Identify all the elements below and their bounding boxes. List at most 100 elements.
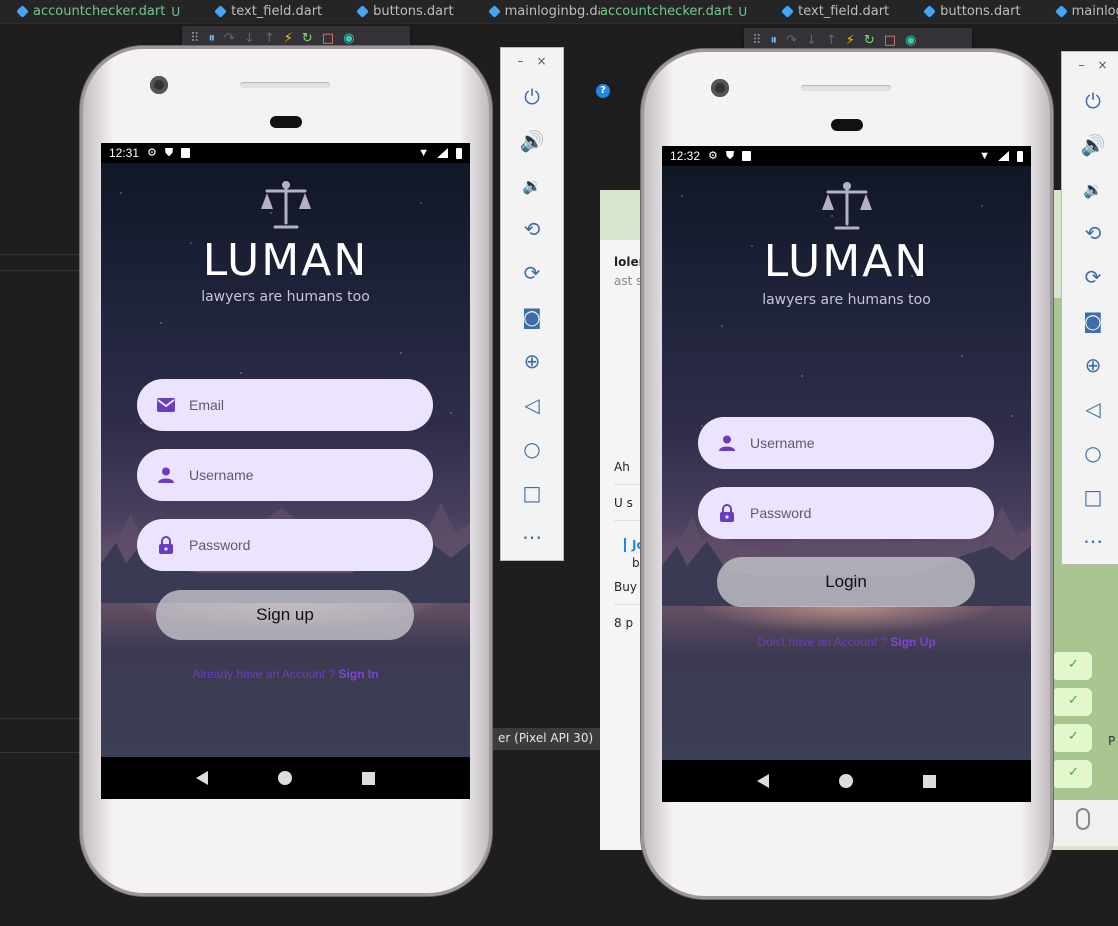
username-field[interactable] <box>137 449 433 501</box>
username-input[interactable] <box>750 435 970 451</box>
back-icon[interactable] <box>196 771 208 785</box>
chat-message: U s <box>614 496 633 510</box>
scales-of-justice-icon <box>821 182 872 230</box>
power-icon[interactable]: ⏻ <box>1076 84 1110 118</box>
message-status-check-icon: ✓ <box>1052 688 1092 716</box>
app-title: LUMAN <box>763 236 930 287</box>
step-out-icon[interactable]: ↑ <box>264 32 275 45</box>
home-icon[interactable]: ○ <box>515 432 549 466</box>
rotate-left-icon[interactable]: ⟲ <box>1076 216 1110 250</box>
microphone-icon[interactable] <box>1076 808 1090 830</box>
dart-file-icon <box>487 5 501 18</box>
app-title: LUMAN <box>202 235 369 286</box>
earpiece <box>240 82 330 88</box>
drag-handle-icon[interactable]: ⠿ <box>752 34 762 47</box>
overview-icon[interactable]: □ <box>1076 480 1110 514</box>
android-nav-bar <box>101 757 470 799</box>
device-status-label: er (Pixel API 30) <box>492 728 602 750</box>
rotate-left-icon[interactable]: ⟲ <box>515 212 549 246</box>
dart-file-icon <box>16 5 29 18</box>
signal-icon <box>998 151 1009 161</box>
inspect-icon[interactable]: ◉ <box>343 32 354 45</box>
home-icon[interactable] <box>839 774 853 788</box>
sensor <box>831 119 863 131</box>
close-button[interactable]: × <box>536 54 546 76</box>
more-icon[interactable]: ⋯ <box>515 520 549 554</box>
password-input[interactable] <box>189 537 409 553</box>
volume-up-icon[interactable]: 🔊 <box>1076 128 1110 162</box>
sd-card-icon <box>181 148 191 158</box>
tab-text-field-right[interactable]: text_field.dart <box>765 0 907 24</box>
password-field[interactable] <box>698 487 994 539</box>
rotate-right-icon[interactable]: ⟳ <box>515 256 549 290</box>
email-field[interactable] <box>137 379 433 431</box>
back-icon[interactable] <box>757 774 769 788</box>
step-over-icon[interactable]: ↷ <box>786 34 797 47</box>
front-camera <box>711 79 729 97</box>
home-icon[interactable] <box>278 771 292 785</box>
earpiece <box>801 85 891 91</box>
step-over-icon[interactable]: ↷ <box>224 32 235 45</box>
tab-text-field-left[interactable]: text_field.dart <box>198 0 340 24</box>
minimize-button[interactable]: – <box>1078 58 1084 80</box>
sign-in-link[interactable]: Sign In <box>339 667 379 681</box>
step-into-icon[interactable]: ↓ <box>244 32 255 45</box>
hot-reload-icon[interactable]: ⚡ <box>284 32 293 45</box>
home-icon[interactable]: ○ <box>1076 436 1110 470</box>
zoom-icon[interactable]: ⊕ <box>515 344 549 378</box>
minimize-button[interactable]: – <box>517 54 523 76</box>
shield-icon: ⛊ <box>725 149 735 162</box>
tab-buttons-right[interactable]: buttons.dart <box>907 0 1038 24</box>
close-button[interactable]: × <box>1097 58 1107 80</box>
volume-down-icon[interactable]: 🔉 <box>515 168 549 202</box>
tab-mainlogin-right[interactable]: mainlogin <box>1039 0 1118 24</box>
back-icon[interactable]: ◁ <box>515 388 549 422</box>
email-input[interactable] <box>189 397 409 413</box>
restart-icon[interactable]: ↻ <box>864 34 875 47</box>
stop-icon[interactable]: □ <box>322 32 334 45</box>
login-button[interactable]: Login <box>717 557 975 607</box>
rotate-right-icon[interactable]: ⟳ <box>1076 260 1110 294</box>
more-icon[interactable]: ⋯ <box>1076 524 1110 558</box>
camera-icon[interactable]: ◙ <box>515 300 549 334</box>
android-nav-bar <box>662 760 1031 802</box>
battery-icon <box>1017 150 1023 162</box>
drag-handle-icon[interactable]: ⠿ <box>190 32 200 45</box>
restart-icon[interactable]: ↻ <box>302 32 313 45</box>
tab-buttons-left[interactable]: buttons.dart <box>340 0 471 24</box>
stop-icon[interactable]: □ <box>884 34 896 47</box>
tab-accountchecker-right[interactable]: accountchecker.dart U <box>600 0 765 24</box>
shield-icon: ⛊ <box>164 146 174 159</box>
volume-up-icon[interactable]: 🔊 <box>515 124 549 158</box>
back-icon[interactable]: ◁ <box>1076 392 1110 426</box>
lock-icon <box>157 536 175 554</box>
hot-reload-icon[interactable]: ⚡ <box>846 34 855 47</box>
zoom-icon[interactable]: ⊕ <box>1076 348 1110 382</box>
chat-message: Ah <box>614 460 630 474</box>
lock-icon <box>718 504 736 522</box>
volume-down-icon[interactable]: 🔉 <box>1076 172 1110 206</box>
sign-up-prompt: Don't have an Account ? Sign Up <box>757 635 936 649</box>
mail-icon <box>157 396 175 414</box>
pause-icon[interactable]: ⏸ <box>209 32 216 45</box>
chat-header-sub: ast s <box>614 274 643 288</box>
power-icon[interactable]: ⏻ <box>515 80 549 114</box>
password-input[interactable] <box>750 505 970 521</box>
step-into-icon[interactable]: ↓ <box>806 34 817 47</box>
username-input[interactable] <box>189 467 409 483</box>
overview-icon[interactable]: □ <box>515 476 549 510</box>
overview-icon[interactable] <box>923 774 936 788</box>
overview-icon[interactable] <box>362 771 375 785</box>
sign-up-link[interactable]: Sign Up <box>890 635 935 649</box>
username-field[interactable] <box>698 417 994 469</box>
sign-up-button[interactable]: Sign up <box>156 590 414 640</box>
login-screen: 12:32 ⚙ ⛊ ▼ LUMAN lawyers are humans too… <box>662 146 1031 802</box>
desktop: accountchecker.dart U text_field.dart but… <box>0 0 1118 926</box>
inspect-icon[interactable]: ◉ <box>905 34 916 47</box>
camera-icon[interactable]: ◙ <box>1076 304 1110 338</box>
tab-accountchecker-left[interactable]: accountchecker.dart U <box>0 0 198 24</box>
step-out-icon[interactable]: ↑ <box>826 34 837 47</box>
help-icon[interactable]: ? <box>596 84 610 98</box>
pause-icon[interactable]: ⏸ <box>771 34 778 47</box>
password-field[interactable] <box>137 519 433 571</box>
